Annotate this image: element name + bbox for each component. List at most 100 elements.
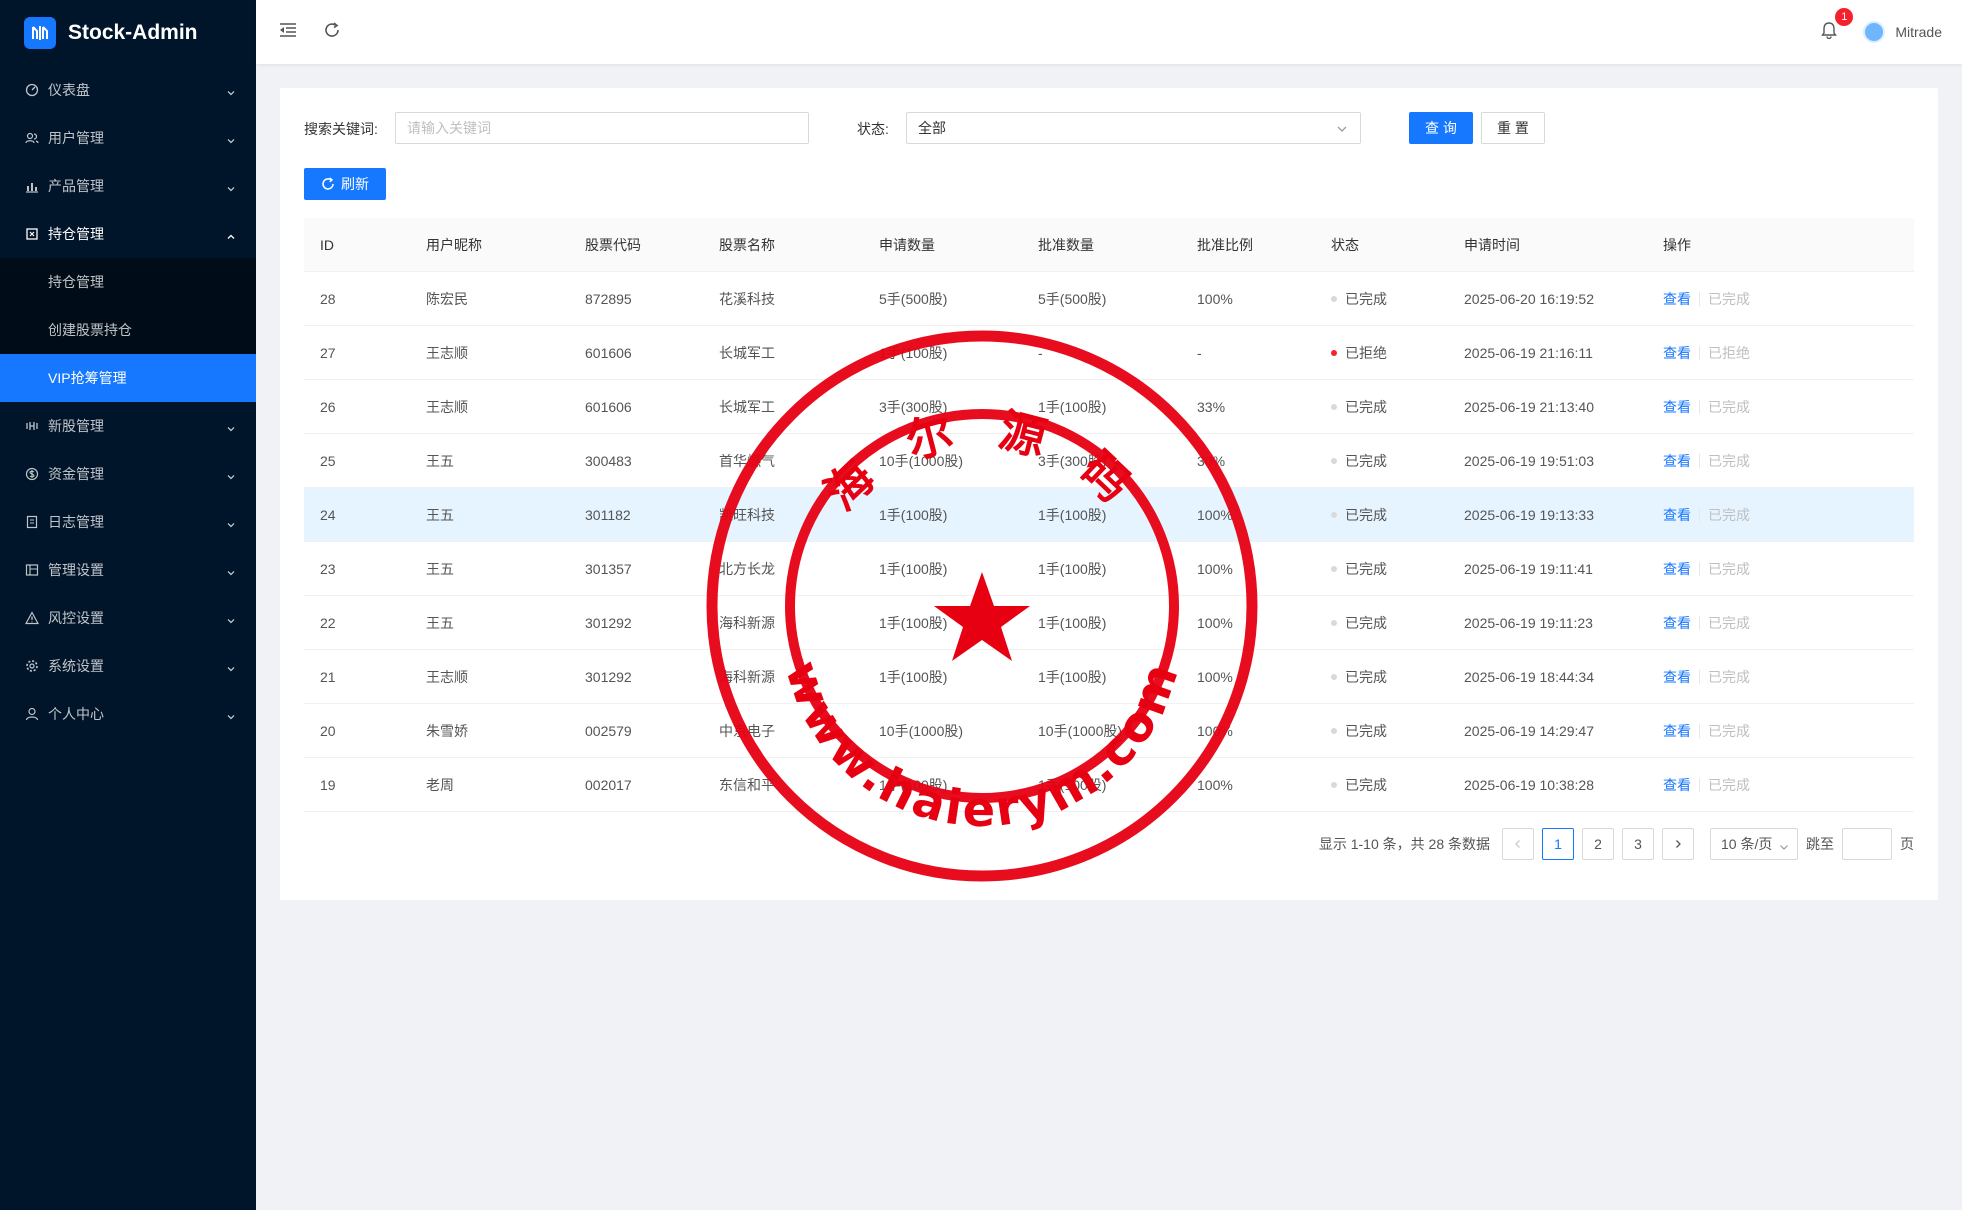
keyword-input[interactable] bbox=[395, 112, 809, 144]
divider bbox=[1699, 723, 1700, 738]
table-row[interactable]: 24 王五 301182 凯旺科技 1手(100股) 1手(100股) 100% 已完成 202… bbox=[304, 488, 1914, 542]
column-header: 股票名称 bbox=[719, 236, 775, 253]
cell-status: 已完成 bbox=[1315, 559, 1448, 579]
menu-item-label: 持仓管理 bbox=[48, 226, 104, 242]
status-badge: 已完成 bbox=[1331, 775, 1448, 795]
chevron-down-icon bbox=[226, 565, 236, 576]
cell-code: 301357 bbox=[585, 560, 632, 577]
menu-item-0[interactable]: 仪表盘 bbox=[0, 66, 256, 114]
view-link[interactable]: 查看 bbox=[1663, 775, 1691, 795]
status-badge: 已完成 bbox=[1331, 613, 1448, 633]
view-link[interactable]: 查看 bbox=[1663, 343, 1691, 363]
status-badge: 已拒绝 bbox=[1331, 343, 1448, 363]
notification-badge: 1 bbox=[1835, 8, 1854, 26]
cell-code: 301292 bbox=[585, 668, 632, 685]
page-button[interactable]: 1 bbox=[1542, 828, 1574, 860]
table-header: ID 用户昵称 股票代码 股票名称 申请数量 批准数量 批准比例 状态 申请时间 操作 bbox=[304, 218, 1914, 272]
avatar[interactable] bbox=[1863, 21, 1886, 43]
submenu-item-2[interactable]: VIP抢筹管理 bbox=[0, 354, 256, 402]
jump-page-input[interactable] bbox=[1842, 828, 1892, 860]
table-row[interactable]: 20 朱雪娇 002579 中京电子 10手(1000股) 10手(1000股) 100% 已… bbox=[304, 704, 1914, 758]
submenu-item-0[interactable]: 持仓管理 bbox=[0, 258, 256, 306]
cell-name: 海科新源 bbox=[719, 614, 775, 631]
menu-item-2[interactable]: 产品管理 bbox=[0, 162, 256, 210]
column-header: 批准数量 bbox=[1038, 236, 1094, 253]
table-row[interactable]: 28 陈宏民 872895 花溪科技 5手(500股) 5手(500股) 100% 已完成 20… bbox=[304, 272, 1914, 326]
cell-ratio: 100% bbox=[1197, 614, 1233, 631]
cell-actions: 查看 已完成 bbox=[1647, 775, 1914, 795]
username[interactable]: Mitrade bbox=[1895, 24, 1942, 40]
status-dot-icon bbox=[1331, 565, 1337, 572]
cell-id: 24 bbox=[320, 506, 336, 523]
page-size-select[interactable]: 10 条/页 bbox=[1710, 828, 1798, 860]
cell-approve: 1手(100股) bbox=[1038, 776, 1107, 793]
menu-item-label: 资金管理 bbox=[48, 466, 104, 482]
view-link[interactable]: 查看 bbox=[1663, 505, 1691, 525]
cell-time: 2025-06-19 18:44:34 bbox=[1464, 668, 1594, 685]
table-row[interactable]: 25 王五 300483 首华燃气 10手(1000股) 3手(300股) 30% 已完成 20… bbox=[304, 434, 1914, 488]
menu-fold-button[interactable] bbox=[276, 20, 300, 44]
cell-id: 22 bbox=[320, 614, 336, 631]
menu-item-1[interactable]: 用户管理 bbox=[0, 114, 256, 162]
view-link[interactable]: 查看 bbox=[1663, 397, 1691, 417]
column-header: ID bbox=[320, 236, 334, 253]
table-row[interactable]: 19 老周 002017 东信和平 1手(100股) 1手(100股) 100% 已完成 202… bbox=[304, 758, 1914, 812]
top-header: 1 Mitrade bbox=[256, 0, 1962, 64]
reload-button[interactable] bbox=[320, 20, 344, 44]
menu-item-label: 日志管理 bbox=[48, 514, 104, 530]
menu-item-7[interactable]: 管理设置 bbox=[0, 546, 256, 594]
table-row[interactable]: 26 王志顺 601606 长城军工 3手(300股) 1手(100股) 33% 已完成 202… bbox=[304, 380, 1914, 434]
submenu-item-1[interactable]: 创建股票持仓 bbox=[0, 306, 256, 354]
search-bar: 搜索关键词: 状态: 全部 查 询 重 置 bbox=[304, 112, 1914, 144]
status-text: 已完成 bbox=[1345, 776, 1387, 793]
view-link[interactable]: 查看 bbox=[1663, 613, 1691, 633]
view-link[interactable]: 查看 bbox=[1663, 667, 1691, 687]
logo[interactable]: Stock-Admin bbox=[0, 0, 256, 66]
disabled-action: 已完成 bbox=[1708, 614, 1750, 631]
reset-button[interactable]: 重 置 bbox=[1481, 112, 1545, 144]
warning-icon bbox=[24, 610, 40, 626]
menu-item-4[interactable]: 新股管理 bbox=[0, 402, 256, 450]
view-link[interactable]: 查看 bbox=[1663, 289, 1691, 309]
status-text: 已完成 bbox=[1345, 668, 1387, 685]
refresh-button[interactable]: 刷新 bbox=[304, 168, 386, 200]
view-link[interactable]: 查看 bbox=[1663, 721, 1691, 741]
menu-item-10[interactable]: 个人中心 bbox=[0, 690, 256, 738]
cell-name: 首华燃气 bbox=[719, 452, 775, 469]
column-header: 批准比例 bbox=[1197, 236, 1253, 253]
prev-page-button[interactable] bbox=[1502, 828, 1534, 860]
cell-code: 301292 bbox=[585, 614, 632, 631]
table-body: 28 陈宏民 872895 花溪科技 5手(500股) 5手(500股) 100% 已完成 20… bbox=[304, 272, 1914, 812]
cell-id: 19 bbox=[320, 776, 336, 793]
menu-item-6[interactable]: 日志管理 bbox=[0, 498, 256, 546]
status-badge: 已完成 bbox=[1331, 397, 1448, 417]
menu-item-label: 风控设置 bbox=[48, 610, 104, 626]
query-button[interactable]: 查 询 bbox=[1409, 112, 1473, 144]
status-label: 状态: bbox=[857, 121, 889, 137]
page-button[interactable]: 3 bbox=[1622, 828, 1654, 860]
menu-item-9[interactable]: 系统设置 bbox=[0, 642, 256, 690]
cell-apply: 1手(100股) bbox=[879, 776, 948, 793]
divider bbox=[1699, 453, 1700, 468]
cell-name: 长城军工 bbox=[719, 398, 775, 415]
view-link[interactable]: 查看 bbox=[1663, 559, 1691, 579]
menu-item-5[interactable]: 资金管理 bbox=[0, 450, 256, 498]
cell-approve: 3手(300股) bbox=[1038, 452, 1107, 469]
menu-item-label: 用户管理 bbox=[48, 130, 104, 146]
status-select[interactable]: 全部 bbox=[906, 112, 1361, 144]
table-row[interactable]: 22 王五 301292 海科新源 1手(100股) 1手(100股) 100% 已完成 202… bbox=[304, 596, 1914, 650]
view-link[interactable]: 查看 bbox=[1663, 451, 1691, 471]
cell-apply: 1手(100股) bbox=[879, 614, 948, 631]
table-row[interactable]: 27 王志顺 601606 长城军工 1手(100股) - - 已拒绝 2025-06-19 2… bbox=[304, 326, 1914, 380]
table-row[interactable]: 23 王五 301357 北方长龙 1手(100股) 1手(100股) 100% 已完成 202… bbox=[304, 542, 1914, 596]
menu-item-3[interactable]: 持仓管理 bbox=[0, 210, 256, 258]
notification-button[interactable]: 1 bbox=[1817, 8, 1854, 44]
page-button[interactable]: 2 bbox=[1582, 828, 1614, 860]
chevron-down-icon bbox=[1779, 839, 1789, 850]
cell-name: 花溪科技 bbox=[719, 290, 775, 307]
table-row[interactable]: 21 王志顺 301292 海科新源 1手(100股) 1手(100股) 100% 已完成 20… bbox=[304, 650, 1914, 704]
next-page-button[interactable] bbox=[1662, 828, 1694, 860]
menu-item-8[interactable]: 风控设置 bbox=[0, 594, 256, 642]
page-list: 123 bbox=[1538, 828, 1658, 860]
status-badge: 已完成 bbox=[1331, 505, 1448, 525]
